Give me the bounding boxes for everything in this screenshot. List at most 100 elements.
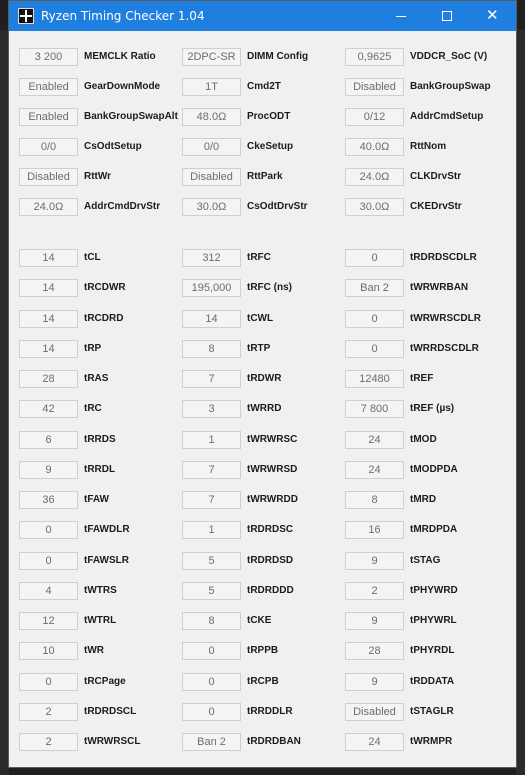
value-box[interactable]: 1T — [182, 78, 241, 96]
value-box[interactable]: 6 — [19, 430, 78, 449]
value-box[interactable]: 1 — [182, 521, 241, 540]
field-label: tWTRL — [84, 615, 117, 626]
maximize-icon — [442, 11, 452, 21]
field-label: tRRDL — [84, 463, 116, 475]
value-box[interactable]: 24 — [345, 430, 404, 449]
value-box[interactable]: 7 800 — [345, 400, 404, 419]
value-box[interactable]: Ban 2 — [182, 733, 241, 751]
field-label: tPHYWRD — [410, 584, 458, 596]
value-box[interactable]: 14 — [19, 279, 78, 298]
value-box[interactable]: 195,000 — [182, 279, 241, 298]
value-box[interactable]: 312 — [182, 249, 241, 267]
value-box[interactable]: 14 — [182, 309, 241, 328]
value-box[interactable]: 8 — [182, 339, 241, 358]
field-label: RttPark — [247, 171, 283, 182]
value-box[interactable]: 14 — [19, 339, 78, 358]
value-box[interactable]: 0 — [182, 672, 241, 691]
field-label: tMRDPDA — [410, 524, 458, 536]
value-box[interactable]: 9 — [345, 551, 404, 570]
value-box[interactable]: 8 — [182, 612, 241, 630]
value-box[interactable]: 0 — [182, 702, 241, 721]
value-box[interactable]: 0 — [19, 521, 78, 540]
value-box[interactable]: 3 200 — [19, 48, 78, 66]
value-box[interactable]: 5 — [182, 551, 241, 570]
value-box[interactable]: 1 — [182, 430, 241, 449]
value-box[interactable]: 30.0Ω — [182, 198, 241, 216]
field-label: tRDRDSCDLR — [410, 252, 477, 263]
title-bar[interactable]: Ryzen Timing Checker 1.04 ✕ — [9, 1, 516, 31]
value-box[interactable]: 0 — [19, 551, 78, 570]
app-icon — [18, 8, 34, 24]
value-box[interactable]: 36 — [19, 491, 78, 509]
value-box[interactable]: 14 — [19, 309, 78, 328]
value-box[interactable]: 0 — [345, 249, 404, 267]
value-box[interactable]: 30.0Ω — [345, 198, 404, 216]
value-box[interactable]: 40.0Ω — [345, 138, 404, 156]
value-box[interactable]: 7 — [182, 460, 241, 479]
field-label: tRDRDSD — [247, 554, 294, 566]
value-box[interactable]: 42 — [19, 400, 78, 419]
value-box[interactable]: Enabled — [19, 78, 78, 96]
field-label: tRCDRD — [84, 312, 124, 324]
value-box[interactable]: Ban 2 — [345, 279, 404, 298]
close-button[interactable]: ✕ — [470, 1, 516, 31]
field-label: tWRMPR — [410, 736, 453, 747]
field-label: tWRWRDD — [247, 494, 298, 505]
field-label: AddrCmdSetup — [410, 111, 484, 122]
field-label: tSTAG — [410, 554, 441, 566]
value-box[interactable]: 12 — [19, 612, 78, 630]
value-box[interactable]: 0,9625 — [345, 48, 404, 66]
value-box[interactable]: Disabled — [182, 168, 241, 186]
value-box[interactable]: 9 — [19, 460, 78, 479]
value-box[interactable]: Disabled — [345, 702, 404, 721]
value-box[interactable]: 8 — [345, 491, 404, 509]
value-box[interactable]: 4 — [19, 581, 78, 600]
value-box[interactable]: 0 — [182, 642, 241, 661]
field-label: tWRWRSD — [247, 463, 298, 475]
close-icon: ✕ — [486, 6, 499, 24]
value-box[interactable]: 24 — [345, 733, 404, 751]
value-box[interactable]: 24 — [345, 460, 404, 479]
app-window: Ryzen Timing Checker 1.04 ✕ 3 200 MEMCLK … — [8, 0, 517, 768]
value-box[interactable]: Disabled — [19, 168, 78, 186]
value-box[interactable]: 24.0Ω — [345, 168, 404, 186]
value-box[interactable]: 7 — [182, 491, 241, 509]
field-label: BankGroupSwap — [410, 81, 491, 92]
value-box[interactable]: 2DPC-SR — [182, 48, 241, 66]
value-box[interactable]: 0 — [19, 672, 78, 691]
value-box[interactable]: 48.0Ω — [182, 108, 241, 126]
value-box[interactable]: 9 — [345, 672, 404, 691]
field-label: tRDRDDD — [247, 584, 294, 596]
value-box[interactable]: 0 — [345, 339, 404, 358]
value-box[interactable]: 0/0 — [19, 138, 78, 156]
field-label: tFAWSLR — [84, 554, 129, 566]
maximize-button[interactable] — [424, 1, 470, 31]
value-box[interactable]: 0/0 — [182, 138, 241, 156]
field-label: tPHYRDL — [410, 645, 455, 657]
value-box[interactable]: 14 — [19, 249, 78, 267]
value-box[interactable]: 5 — [182, 581, 241, 600]
value-box[interactable]: 7 — [182, 370, 241, 388]
minimize-button[interactable] — [378, 1, 424, 31]
value-box[interactable]: 24.0Ω — [19, 198, 78, 216]
value-box[interactable]: 2 — [19, 733, 78, 751]
value-box[interactable]: 16 — [345, 521, 404, 540]
value-box[interactable]: 0/12 — [345, 108, 404, 126]
value-box[interactable]: 28 — [19, 370, 78, 388]
value-box[interactable]: 0 — [345, 309, 404, 328]
value-box[interactable]: Enabled — [19, 108, 78, 126]
value-box[interactable]: Disabled — [345, 78, 404, 96]
value-box[interactable]: 12480 — [345, 370, 404, 388]
value-box[interactable]: 28 — [345, 642, 404, 661]
value-box[interactable]: 3 — [182, 400, 241, 419]
field-label: tCKE — [247, 615, 272, 626]
value-box[interactable]: 10 — [19, 642, 78, 661]
field-label: tRPPB — [247, 645, 279, 657]
field-label: RttWr — [84, 171, 112, 182]
value-box[interactable]: 2 — [345, 581, 404, 600]
value-box[interactable]: 9 — [345, 612, 404, 630]
field-label: tCWL — [247, 312, 274, 324]
field-label: tFAW — [84, 494, 109, 505]
field-label: tRRDDLR — [247, 705, 293, 717]
value-box[interactable]: 2 — [19, 702, 78, 721]
